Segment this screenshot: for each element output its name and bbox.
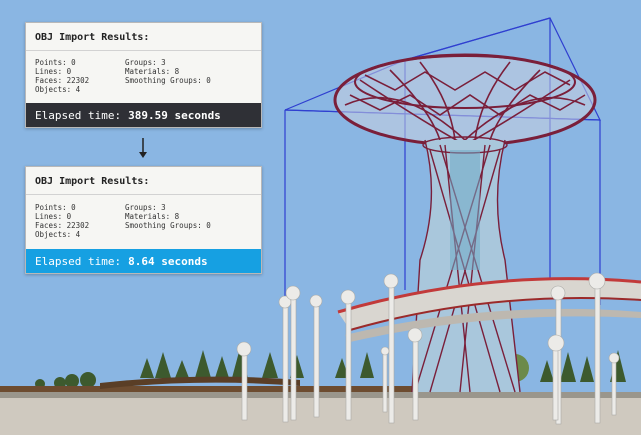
stat-materials: Materials: 8 xyxy=(125,212,180,221)
stat-lines: Lines: 0 xyxy=(35,212,72,221)
elapsed-time-label: Elapsed time: xyxy=(35,108,122,122)
stat-objects: Objects: 4 xyxy=(35,230,81,239)
stat-points: Points: 0 xyxy=(35,58,76,67)
stat-materials: Materials: 8 xyxy=(125,67,180,76)
elapsed-time-value: 389.59 seconds xyxy=(128,108,221,122)
import-results-dialog-before: OBJ Import Results: Points: 0 Lines: 0 F… xyxy=(25,22,262,128)
ground-plane xyxy=(0,395,641,435)
stat-groups: Groups: 3 xyxy=(125,58,166,67)
stat-groups: Groups: 3 xyxy=(125,203,166,212)
stat-lines: Lines: 0 xyxy=(35,67,72,76)
dialog-title: OBJ Import Results: xyxy=(35,32,150,43)
ground-shadow xyxy=(0,392,641,398)
dialog-title: OBJ Import Results: xyxy=(35,176,150,187)
elapsed-time-bar: Elapsed time: 8.64 seconds xyxy=(26,249,261,273)
dialog-divider xyxy=(26,194,261,195)
stat-faces: Faces: 22302 xyxy=(35,221,90,230)
dialog-divider xyxy=(26,50,261,51)
stat-faces: Faces: 22302 xyxy=(35,76,90,85)
stat-points: Points: 0 xyxy=(35,203,76,212)
stat-smoothing-groups: Smoothing Groups: 0 xyxy=(125,76,211,85)
tree-canopy xyxy=(333,53,597,147)
elapsed-time-bar: Elapsed time: 389.59 seconds xyxy=(26,103,261,127)
elapsed-time-value: 8.64 seconds xyxy=(128,254,208,268)
stat-objects: Objects: 4 xyxy=(35,85,81,94)
import-results-dialog-after: OBJ Import Results: Points: 0 Lines: 0 F… xyxy=(25,166,262,274)
arrow-down-icon xyxy=(139,138,147,158)
distant-walkway xyxy=(0,386,420,392)
stat-smoothing-groups: Smoothing Groups: 0 xyxy=(125,221,211,230)
elapsed-time-label: Elapsed time: xyxy=(35,254,122,268)
